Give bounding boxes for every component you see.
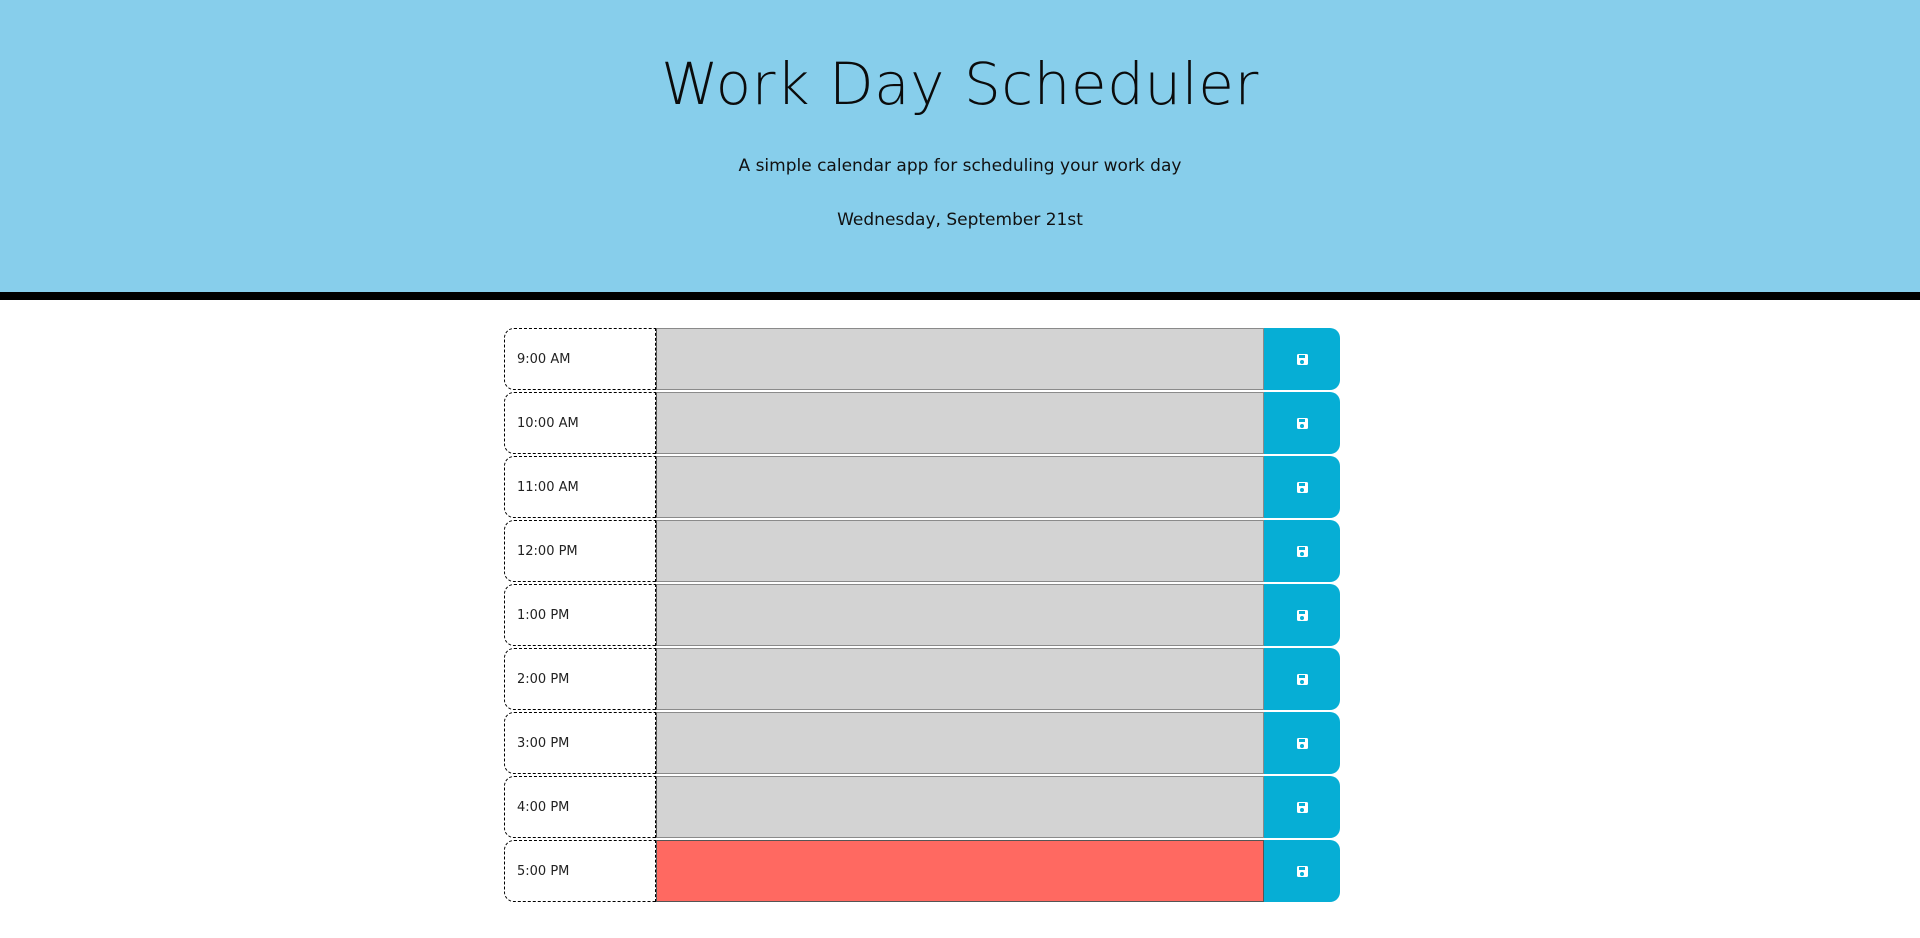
save-button[interactable]: [1264, 584, 1340, 646]
save-button[interactable]: [1264, 456, 1340, 518]
save-button[interactable]: [1264, 328, 1340, 390]
save-button[interactable]: [1264, 648, 1340, 710]
save-button[interactable]: [1264, 776, 1340, 838]
schedule-container: 9:00 AM 10:00 AM 11:00 AM 12:00 PM 1:00 PM 2:…: [504, 328, 1340, 904]
event-description-input[interactable]: [656, 392, 1264, 454]
time-block-row: 4:00 PM: [504, 776, 1340, 838]
hour-label: 10:00 AM: [504, 392, 656, 454]
time-block-row: 10:00 AM: [504, 392, 1340, 454]
floppy-disk-icon: [1296, 481, 1308, 493]
time-block-row: 1:00 PM: [504, 584, 1340, 646]
event-description-input[interactable]: [656, 712, 1264, 774]
floppy-disk-icon: [1296, 417, 1308, 429]
hour-label: 4:00 PM: [504, 776, 656, 838]
save-button[interactable]: [1264, 712, 1340, 774]
hour-label: 12:00 PM: [504, 520, 656, 582]
floppy-disk-icon: [1296, 801, 1308, 813]
floppy-disk-icon: [1296, 609, 1308, 621]
page-subtitle: A simple calendar app for scheduling you…: [738, 156, 1182, 176]
event-description-input[interactable]: [656, 584, 1264, 646]
floppy-disk-icon: [1296, 865, 1308, 877]
floppy-disk-icon: [1296, 673, 1308, 685]
time-block-row: 9:00 AM: [504, 328, 1340, 390]
floppy-disk-icon: [1296, 737, 1308, 749]
event-description-input[interactable]: [656, 648, 1264, 710]
time-block-row: 5:00 PM: [504, 840, 1340, 902]
time-block-row: 11:00 AM: [504, 456, 1340, 518]
event-description-input[interactable]: [656, 456, 1264, 518]
floppy-disk-icon: [1296, 353, 1308, 365]
save-button[interactable]: [1264, 392, 1340, 454]
page-title: Work Day Scheduler: [661, 50, 1259, 118]
event-description-input[interactable]: [656, 776, 1264, 838]
time-block-row: 12:00 PM: [504, 520, 1340, 582]
hour-label: 9:00 AM: [504, 328, 656, 390]
save-button[interactable]: [1264, 840, 1340, 902]
event-description-input[interactable]: [656, 328, 1264, 390]
event-description-input[interactable]: [656, 520, 1264, 582]
time-block-row: 3:00 PM: [504, 712, 1340, 774]
current-day: Wednesday, September 21st: [837, 210, 1083, 230]
time-block-row: 2:00 PM: [504, 648, 1340, 710]
hour-label: 5:00 PM: [504, 840, 656, 902]
header: Work Day Scheduler A simple calendar app…: [0, 0, 1920, 300]
hour-label: 3:00 PM: [504, 712, 656, 774]
event-description-input[interactable]: [656, 840, 1264, 902]
hour-label: 11:00 AM: [504, 456, 656, 518]
hour-label: 2:00 PM: [504, 648, 656, 710]
hour-label: 1:00 PM: [504, 584, 656, 646]
save-button[interactable]: [1264, 520, 1340, 582]
floppy-disk-icon: [1296, 545, 1308, 557]
